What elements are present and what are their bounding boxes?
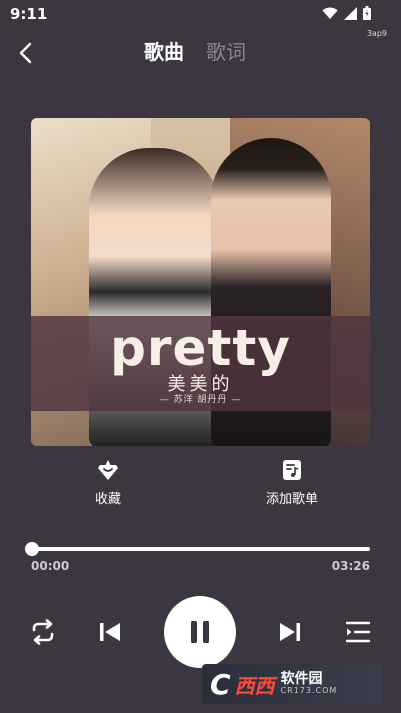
repeat-button[interactable] xyxy=(28,618,58,646)
status-bar: 9:11 xyxy=(0,0,401,28)
watermark-site-name: 软件园 xyxy=(280,670,323,687)
status-time: 9:11 xyxy=(10,5,48,23)
tab-bar: 歌曲 歌词 xyxy=(144,36,246,68)
previous-button[interactable] xyxy=(97,620,123,644)
action-row: 收藏 添加歌单 xyxy=(0,458,401,510)
album-title: pretty xyxy=(110,319,291,377)
back-arrow-icon xyxy=(19,42,32,64)
signal-icon xyxy=(344,6,357,20)
favorite-icon xyxy=(96,458,120,482)
tab-lyrics[interactable]: 歌词 xyxy=(206,36,246,68)
previous-icon xyxy=(100,623,120,641)
next-button[interactable] xyxy=(277,620,303,644)
progress-thumb[interactable] xyxy=(25,542,39,556)
add-playlist-label: 添加歌单 xyxy=(265,492,318,507)
album-cover: pretty 美美的 — 苏洋 胡丹丹 — xyxy=(31,118,370,446)
tab-song[interactable]: 歌曲 xyxy=(144,36,184,68)
site-watermark: C 西西 软件园 CR173.COM xyxy=(202,664,382,704)
pause-icon xyxy=(191,621,209,643)
wifi-icon xyxy=(322,7,338,20)
watermark-logo-letter: C xyxy=(210,667,231,701)
add-playlist-icon xyxy=(280,458,304,482)
progress-bar[interactable] xyxy=(25,542,370,556)
favorite-button[interactable]: 收藏 xyxy=(68,458,148,507)
playback-controls xyxy=(0,596,401,668)
pause-button[interactable] xyxy=(164,596,236,668)
watermark-text: 软件园 CR173.COM xyxy=(280,670,338,696)
watermark-brand: 西西 xyxy=(234,673,275,698)
playlist-button[interactable] xyxy=(344,618,372,646)
next-icon xyxy=(280,623,300,641)
favorite-label: 收藏 xyxy=(94,492,121,507)
playlist-icon xyxy=(345,621,371,643)
add-playlist-button[interactable]: 添加歌单 xyxy=(252,458,332,507)
current-time: 00:00 xyxy=(31,559,70,573)
total-time: 03:26 xyxy=(331,559,370,573)
watermark-url: CR173.COM xyxy=(280,686,338,696)
repeat-icon xyxy=(32,619,54,645)
header: 歌曲 歌词 xyxy=(0,36,401,70)
battery-icon xyxy=(363,6,371,20)
album-artists: — 苏洋 胡丹丹 — xyxy=(159,395,242,405)
status-icons xyxy=(322,6,371,20)
back-button[interactable] xyxy=(14,38,38,68)
